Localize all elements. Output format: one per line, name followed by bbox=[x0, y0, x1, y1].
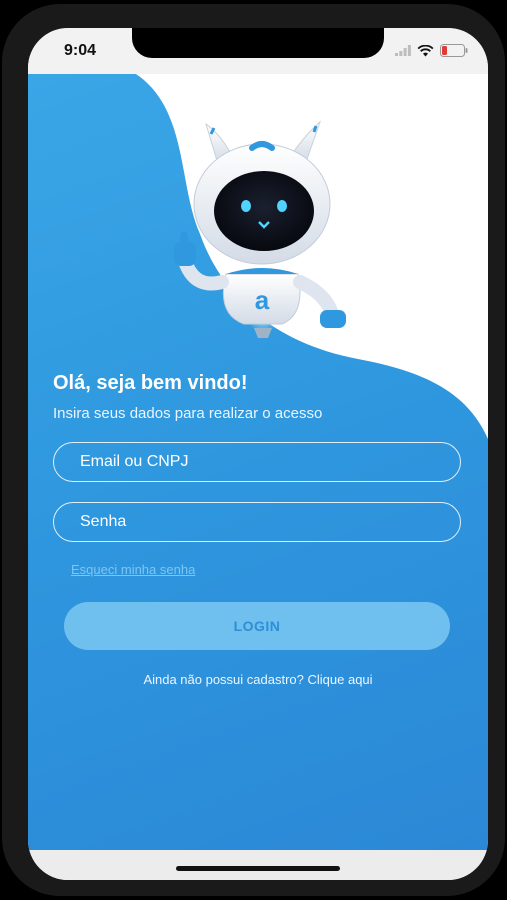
battery-icon bbox=[440, 44, 468, 57]
password-input[interactable]: Senha bbox=[53, 502, 461, 542]
device-notch bbox=[132, 28, 384, 58]
email-cnpj-input[interactable]: Email ou CNPJ bbox=[53, 442, 461, 482]
robot-mascot-illustration: a bbox=[174, 120, 346, 338]
status-time: 9:04 bbox=[64, 42, 97, 59]
signup-link[interactable]: Ainda não possui cadastro? Clique aqui bbox=[28, 672, 488, 687]
signal-icon bbox=[395, 45, 411, 56]
phone-frame: 9:04 a Olá, seja bem vindo! Insira seus … bbox=[2, 4, 505, 896]
status-icons bbox=[395, 44, 468, 57]
app-screen: 9:04 a Olá, seja bem vindo! Insira seus … bbox=[28, 28, 488, 880]
login-content: a Olá, seja bem vindo! Insira seus dados… bbox=[28, 74, 488, 850]
mascot-letter: a bbox=[255, 285, 270, 315]
email-cnpj-placeholder: Email ou CNPJ bbox=[80, 453, 189, 470]
home-indicator[interactable] bbox=[176, 866, 340, 871]
wifi-icon bbox=[417, 44, 434, 56]
welcome-title: Olá, seja bem vindo! bbox=[53, 372, 248, 394]
welcome-subtitle: Insira seus dados para realizar o acesso bbox=[53, 405, 323, 422]
forgot-password-link[interactable]: Esqueci minha senha bbox=[71, 562, 195, 577]
home-bar-area bbox=[28, 850, 488, 880]
login-button[interactable]: LOGIN bbox=[64, 602, 450, 650]
phone-mockup: 9:04 a Olá, seja bem vindo! Insira seus … bbox=[0, 0, 507, 900]
status-bar: 9:04 bbox=[28, 28, 488, 74]
password-placeholder: Senha bbox=[80, 513, 127, 530]
